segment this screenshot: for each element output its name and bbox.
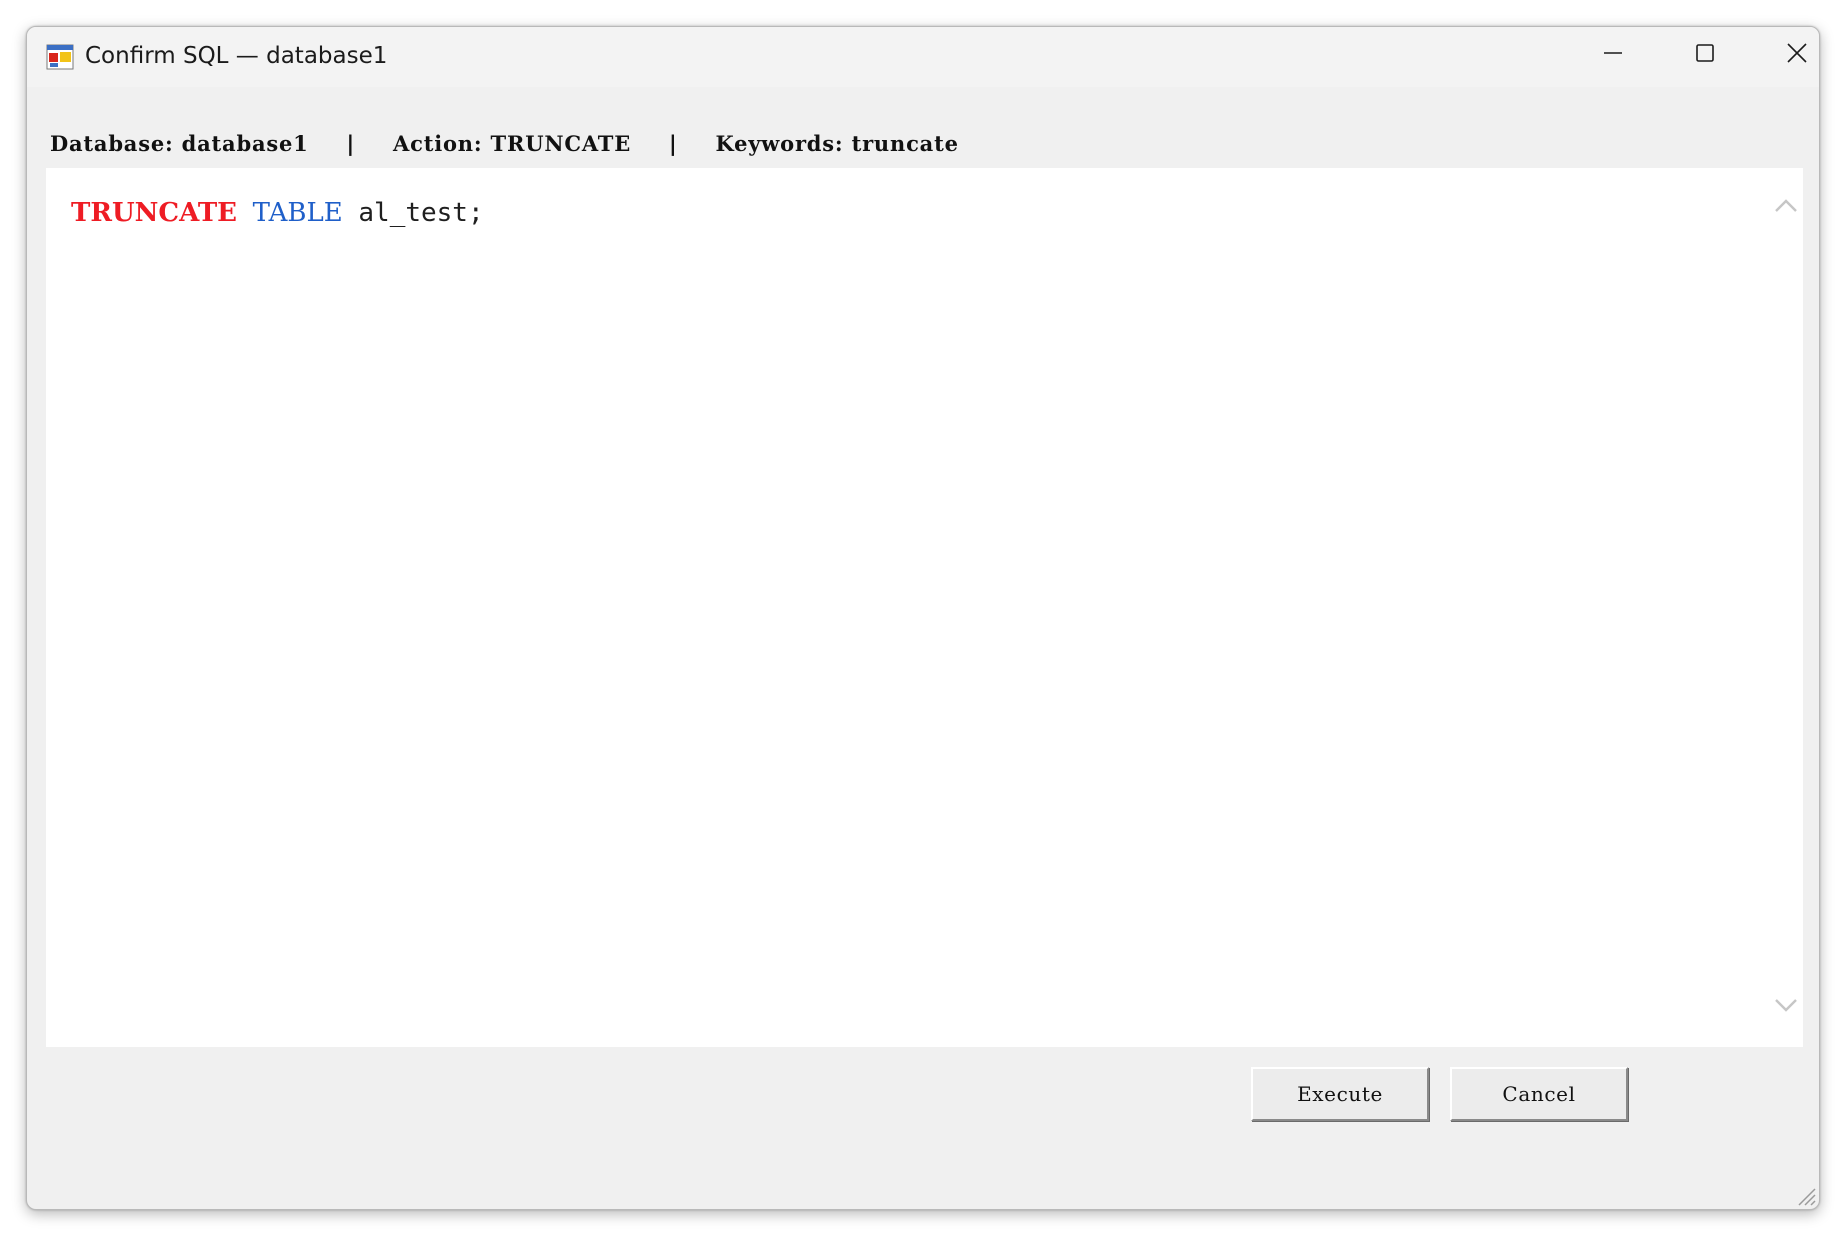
- database-label: Database: database1: [50, 131, 309, 156]
- maximize-icon: [1695, 43, 1715, 67]
- cancel-button[interactable]: Cancel: [1450, 1067, 1628, 1121]
- maximize-button[interactable]: [1659, 27, 1751, 83]
- chevron-down-icon: [1774, 998, 1798, 1018]
- sql-table-name: al_test;: [358, 198, 484, 228]
- info-separator: |: [669, 132, 678, 156]
- chevron-up-icon: [1774, 197, 1798, 217]
- minimize-icon: [1603, 43, 1623, 67]
- title-bar[interactable]: Confirm SQL — database1: [27, 27, 1819, 87]
- sql-info-line: Database: database1 | Action: TRUNCATE | Key…: [50, 131, 959, 156]
- scroll-up-button[interactable]: [1771, 192, 1801, 222]
- window-title: Confirm SQL — database1: [85, 43, 388, 69]
- minimize-button[interactable]: [1567, 27, 1659, 83]
- sql-editor[interactable]: TRUNCATE TABLE al_test;: [46, 168, 1803, 1047]
- app-window-icon: [46, 44, 74, 70]
- keywords-label: Keywords: truncate: [715, 131, 959, 156]
- confirm-sql-window: Confirm SQL — database1 Database: databa…: [26, 26, 1820, 1210]
- resize-grip-icon[interactable]: [1793, 1183, 1817, 1207]
- info-separator: |: [346, 132, 356, 156]
- close-button[interactable]: [1751, 27, 1819, 83]
- sql-code-line: TRUNCATE TABLE al_test;: [71, 198, 484, 228]
- scroll-down-button[interactable]: [1771, 993, 1801, 1023]
- sql-keyword-table: TABLE: [252, 198, 343, 228]
- sql-keyword-truncate: TRUNCATE: [71, 198, 238, 228]
- action-label: Action: TRUNCATE: [393, 131, 632, 156]
- close-icon: [1786, 42, 1808, 68]
- execute-button[interactable]: Execute: [1251, 1067, 1429, 1121]
